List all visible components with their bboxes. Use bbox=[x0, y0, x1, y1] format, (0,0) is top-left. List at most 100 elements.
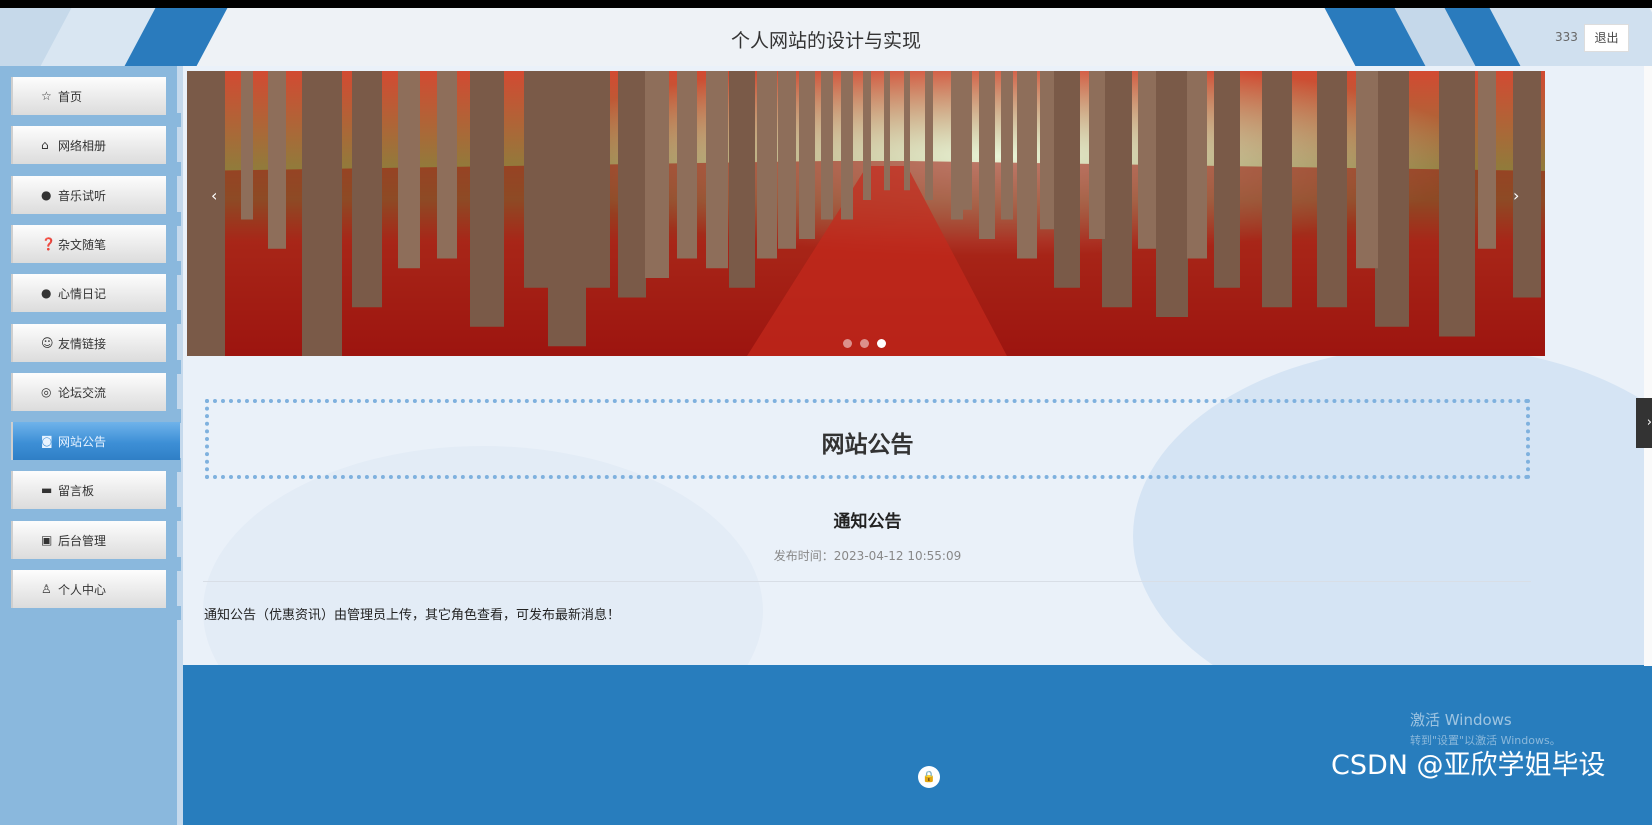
tree-trunk bbox=[645, 71, 669, 278]
sidebar-item-2[interactable]: ⌂ 网络相册 bbox=[11, 126, 166, 165]
tree-trunk bbox=[706, 71, 728, 269]
sidebar-item-label: 个人中心 bbox=[58, 583, 107, 597]
tree-trunk bbox=[1017, 71, 1037, 259]
tree-trunk bbox=[951, 71, 963, 220]
username-label: 333 bbox=[1555, 30, 1578, 44]
side-collapse-tab[interactable]: › bbox=[1636, 398, 1652, 448]
sidebar-item-label: 杂文随笔 bbox=[58, 237, 107, 252]
publish-label: 发布时间： bbox=[773, 549, 834, 563]
banner-prev-button[interactable]: ‹ bbox=[211, 186, 217, 205]
top-header: 个人网站的设计与实现 333 退出 bbox=[0, 8, 1652, 66]
printer-icon: ▬ bbox=[41, 483, 53, 498]
bag-icon: ⌂ bbox=[41, 138, 49, 153]
sidebar-item-5[interactable]: ● 心情日记 bbox=[11, 274, 166, 313]
sidebar-item-label: 网站公告 bbox=[58, 435, 107, 450]
nav-separator bbox=[0, 359, 181, 374]
tree-trunk bbox=[352, 71, 382, 308]
tree-trunk bbox=[1439, 71, 1475, 337]
sidebar-item-4[interactable]: ❓ 杂文随笔 bbox=[11, 224, 166, 263]
sidebar-item-8[interactable]: ◙ 网站公告 bbox=[11, 422, 180, 461]
tree-trunk bbox=[241, 71, 253, 220]
sidebar-item-1[interactable]: ☆ 首页 bbox=[11, 77, 166, 115]
nav-separator bbox=[0, 260, 181, 275]
tree-trunk bbox=[187, 71, 225, 356]
windows-activation-title: 激活 Windows bbox=[1410, 711, 1512, 729]
tree-trunk bbox=[821, 71, 833, 220]
tree-trunk bbox=[904, 71, 910, 191]
info-circle-icon: ● bbox=[41, 286, 52, 301]
tree-trunk bbox=[925, 71, 933, 200]
sidebar-item-label: 首页 bbox=[58, 90, 83, 104]
nav-separator bbox=[0, 113, 181, 127]
tree-trunk bbox=[799, 71, 815, 239]
publish-info: 发布时间：2023-04-12 10:55:09 bbox=[183, 547, 1552, 564]
tree-trunk bbox=[1156, 71, 1188, 317]
tree-trunk bbox=[1356, 71, 1378, 269]
banner-carousel[interactable]: ‹ › bbox=[187, 71, 1545, 356]
sidebar-item-label: 后台管理 bbox=[58, 533, 107, 548]
banner-dot[interactable] bbox=[877, 339, 886, 348]
banner-next-button[interactable]: › bbox=[1513, 186, 1519, 205]
tree-trunk bbox=[729, 71, 755, 288]
tree-trunk bbox=[1138, 71, 1156, 249]
article-title: 通知公告 bbox=[833, 512, 902, 532]
tree-trunk bbox=[979, 71, 995, 239]
publish-time: 2023-04-12 10:55:09 bbox=[833, 549, 962, 563]
tree-trunk bbox=[1478, 71, 1496, 249]
user-icon: ♙ bbox=[41, 582, 52, 596]
tree-trunk bbox=[1214, 71, 1240, 288]
tree-trunk bbox=[1054, 71, 1080, 288]
tree-trunk bbox=[302, 71, 342, 356]
banner-image bbox=[187, 71, 1545, 356]
nav-separator bbox=[0, 556, 181, 571]
banner-dot[interactable] bbox=[860, 339, 869, 348]
sidebar-item-label: 音乐试听 bbox=[58, 188, 107, 203]
tree-trunk bbox=[268, 71, 286, 249]
tree-trunk bbox=[1262, 71, 1292, 308]
check-circle-icon: ◎ bbox=[41, 384, 52, 399]
tree-trunk bbox=[757, 71, 777, 259]
sidebar-item-7[interactable]: ◎ 论坛交流 bbox=[11, 372, 166, 411]
banner-dot[interactable] bbox=[843, 339, 852, 348]
tree-trunk bbox=[1187, 71, 1207, 259]
tree-trunk bbox=[677, 71, 697, 259]
notice-heading-box: 网站公告 bbox=[205, 399, 1530, 479]
sidebar-item-11[interactable]: ♙ 个人中心 bbox=[11, 570, 166, 608]
sidebar-item-label: 友情链接 bbox=[58, 336, 107, 351]
nav-separator bbox=[0, 606, 181, 620]
footer: 🔒 激活 Windows 转到"设置"以激活 Windows。 CSDN @亚欣… bbox=[183, 665, 1652, 825]
nav-separator bbox=[0, 310, 181, 325]
smile-icon: ☺ bbox=[41, 335, 54, 350]
tree-trunk bbox=[618, 71, 646, 298]
tree-trunk bbox=[524, 71, 550, 288]
sidebar-item-3[interactable]: ● 音乐试听 bbox=[11, 175, 166, 214]
scrollbar[interactable] bbox=[1644, 66, 1652, 666]
sidebar-item-label: 网络相册 bbox=[58, 139, 107, 154]
tree-trunk bbox=[778, 71, 796, 249]
tree-trunk bbox=[1513, 71, 1541, 298]
divider bbox=[203, 581, 1531, 582]
tree-trunk bbox=[1375, 71, 1409, 327]
sidebar-item-label: 论坛交流 bbox=[58, 385, 107, 400]
sidebar-item-10[interactable]: ▣ 后台管理 bbox=[11, 520, 166, 559]
sidebar-item-9[interactable]: ▬ 留言板 bbox=[11, 471, 166, 510]
sidebar-item-6[interactable]: ☺ 友情链接 bbox=[11, 323, 166, 362]
sidebar-item-label: 留言板 bbox=[58, 484, 95, 499]
page: 个人网站的设计与实现 333 退出 ☆ 首页 ⌂ 网络相册 ● 音乐试听 ❓ 杂文随笔 ● 心情日… bbox=[0, 8, 1652, 825]
tree-trunk bbox=[548, 71, 586, 347]
tree-trunk bbox=[1089, 71, 1105, 239]
info-circle-icon: ● bbox=[41, 187, 52, 202]
camera-icon: ◙ bbox=[41, 434, 53, 449]
star-icon: ☆ bbox=[41, 89, 52, 103]
lock-icon[interactable]: 🔒 bbox=[918, 766, 940, 788]
tree-trunk bbox=[1102, 71, 1132, 308]
site-title: 个人网站的设计与实现 bbox=[730, 30, 921, 52]
tree-trunk bbox=[1001, 71, 1013, 220]
csdn-watermark: CSDN @亚欣学姐毕设 bbox=[1331, 750, 1606, 781]
tree-trunk bbox=[398, 71, 420, 269]
logout-button[interactable]: 退出 bbox=[1584, 24, 1629, 52]
nav-separator bbox=[0, 507, 181, 522]
tree-trunk bbox=[1040, 71, 1054, 230]
tree-trunk bbox=[962, 71, 972, 210]
main-content: ‹ › 网站公告 通知公告 发布时间：2023-04-12 10:55:09 通… bbox=[183, 66, 1652, 825]
